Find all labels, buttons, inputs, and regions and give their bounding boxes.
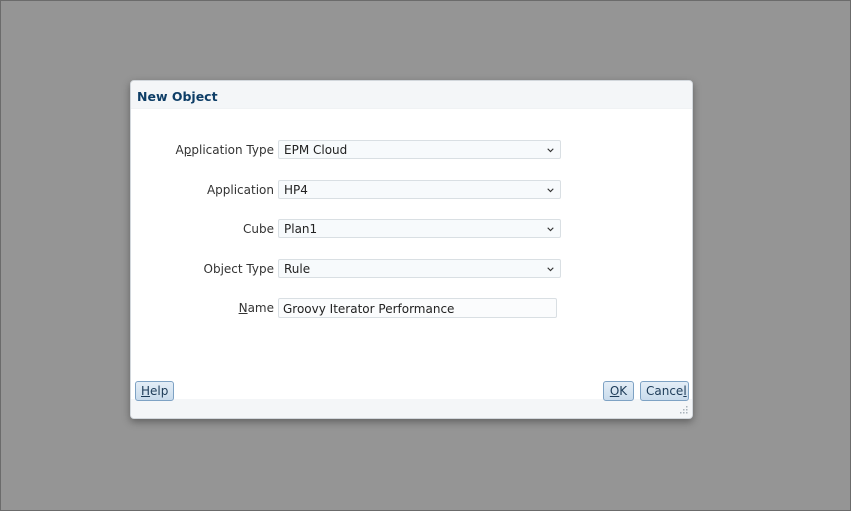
dialog-footer: [131, 399, 692, 418]
chevron-down-icon: [547, 267, 554, 272]
cube-label: Cube: [243, 222, 274, 236]
object-type-label: Object Type: [203, 262, 274, 276]
application-type-label: Application Type: [175, 143, 274, 157]
name-input[interactable]: [278, 298, 557, 318]
ok-button[interactable]: OK: [603, 381, 634, 401]
object-type-row: Object Type Rule: [131, 259, 694, 279]
application-select[interactable]: HP4: [278, 180, 561, 199]
object-type-select[interactable]: Rule: [278, 259, 561, 278]
new-object-dialog: New Object Application Type EPM Cloud Ap…: [130, 80, 693, 419]
chevron-down-icon: [547, 227, 554, 232]
dialog-title: New Object: [137, 89, 218, 104]
name-row: Name: [131, 298, 694, 318]
object-type-value: Rule: [284, 262, 311, 276]
cube-value: Plan1: [284, 222, 318, 236]
cancel-button[interactable]: Cancel: [640, 381, 689, 401]
chevron-down-icon: [547, 188, 554, 193]
resize-grip-icon[interactable]: [678, 404, 688, 414]
dialog-header: New Object: [131, 81, 692, 109]
application-row: Application HP4: [131, 180, 694, 200]
chevron-down-icon: [547, 148, 554, 153]
name-label: Name: [238, 301, 274, 315]
help-button[interactable]: Help: [135, 381, 174, 401]
application-label: Application: [206, 183, 274, 197]
cube-row: Cube Plan1: [131, 219, 694, 239]
application-type-row: Application Type EPM Cloud: [131, 140, 694, 160]
application-type-value: EPM Cloud: [284, 143, 348, 157]
application-value: HP4: [284, 183, 308, 197]
cube-select[interactable]: Plan1: [278, 219, 561, 238]
application-type-select[interactable]: EPM Cloud: [278, 140, 561, 159]
